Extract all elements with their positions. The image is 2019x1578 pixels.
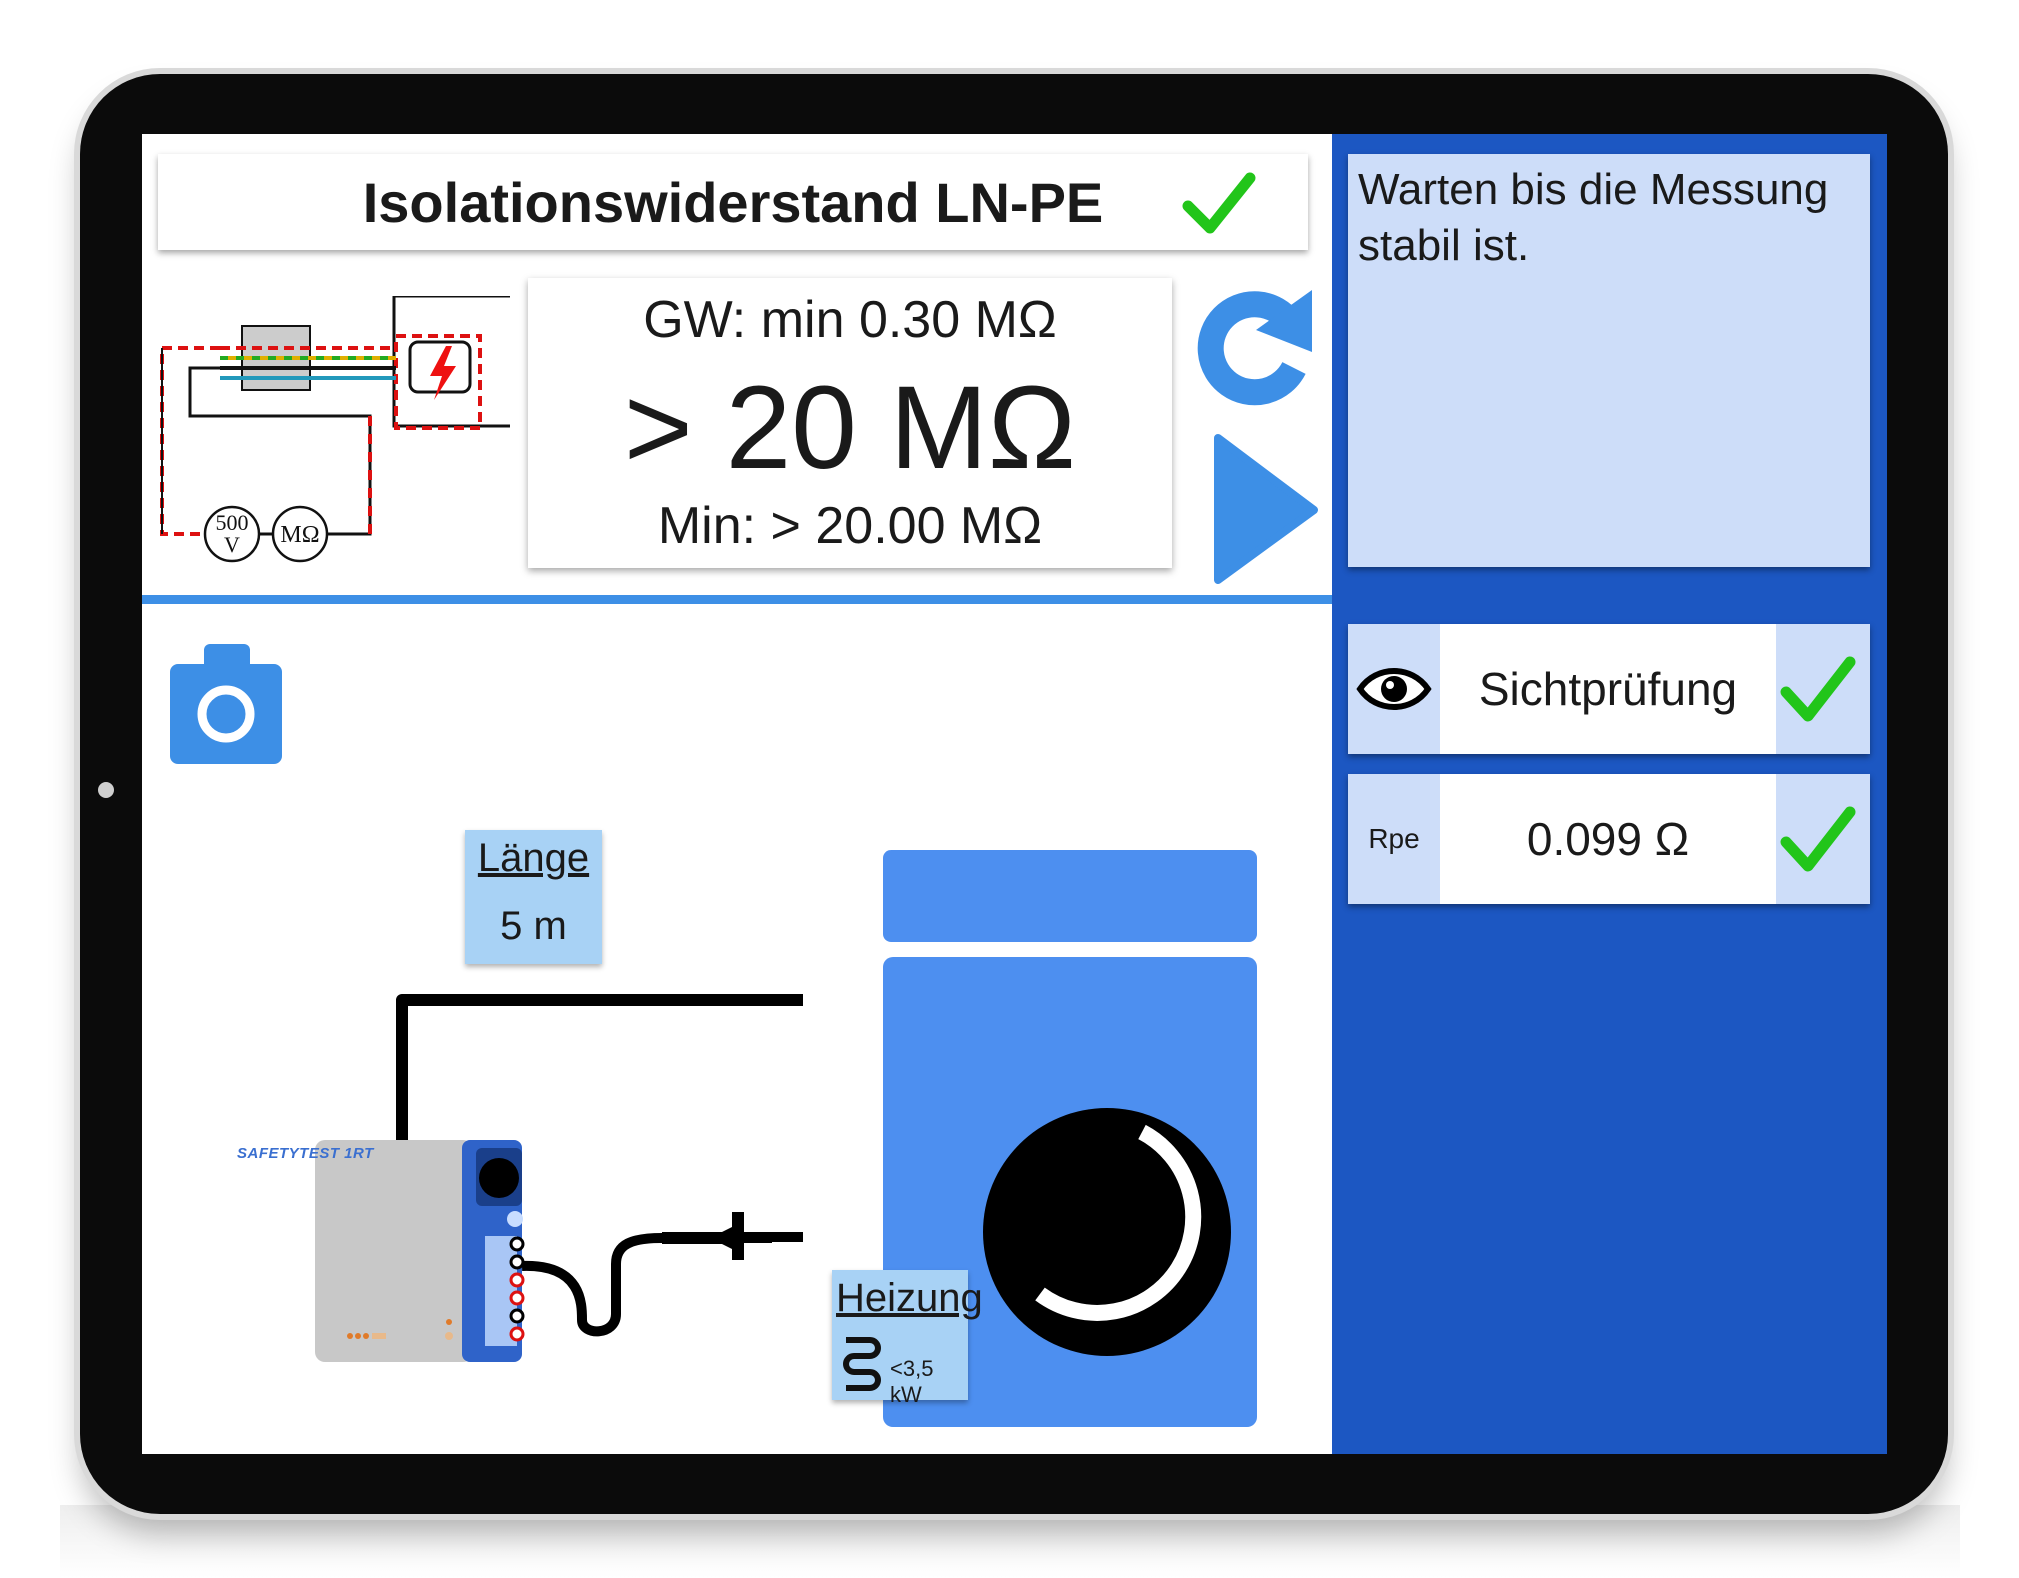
- protective-conductor-row[interactable]: Rpe 0.099 Ω: [1348, 774, 1870, 904]
- limit-value: GW: min 0.30 MΩ: [643, 291, 1057, 349]
- heater-button[interactable]: Heizung <3,5 kW: [832, 1270, 983, 1407]
- meter-label: MΩ: [280, 522, 319, 548]
- info-panel: Warten bis die Messung stabil ist. Sicht…: [1332, 134, 1887, 1454]
- play-icon[interactable]: [1210, 434, 1320, 584]
- heating-coil-icon: [843, 1337, 881, 1391]
- tablet-frame: Isolationswiderstand LN-PE 500 V MΩ GW: …: [80, 74, 1948, 1514]
- eye-icon: [1356, 668, 1432, 710]
- checkmark-icon: [1780, 806, 1856, 872]
- visual-inspection-label: Sichtprüfung: [1440, 624, 1776, 754]
- test-title: Isolationswiderstand LN-PE: [362, 170, 1104, 234]
- device-name: SAFETYTEST 1RT: [237, 1145, 374, 1162]
- instruction-message: Warten bis die Messung stabil ist.: [1348, 154, 1870, 567]
- checkmark-icon: [1780, 656, 1856, 722]
- row-icon-cell: [1348, 624, 1440, 754]
- protective-conductor-value: 0.099 Ω: [1440, 774, 1776, 904]
- refresh-icon[interactable]: [1194, 272, 1314, 412]
- minimum-value: Min: > 20.00 MΩ: [657, 497, 1043, 555]
- cable-length-label: Länge: [477, 836, 590, 880]
- voltage-source-unit: V: [224, 532, 240, 557]
- floor-shadow: [60, 1505, 1960, 1578]
- tablet-camera: [98, 782, 114, 798]
- test-setup-scene: [315, 850, 1257, 1427]
- cable-length-button[interactable]: Länge 5 m: [465, 830, 602, 964]
- rpe-label: Rpe: [1368, 823, 1420, 854]
- cable-length-value: 5 m: [500, 904, 567, 948]
- visual-inspection-row[interactable]: Sichtprüfung: [1348, 624, 1870, 754]
- checkmark-icon: [1182, 172, 1256, 234]
- test-title-bar: Isolationswiderstand LN-PE: [158, 154, 1308, 250]
- row-icon-cell: Rpe: [1348, 774, 1440, 904]
- measurement-display: GW: min 0.30 MΩ > 20 MΩ Min: > 20.00 MΩ: [528, 278, 1172, 568]
- heater-power: <3,5 kW: [890, 1356, 934, 1407]
- app-screen: Isolationswiderstand LN-PE 500 V MΩ GW: …: [142, 134, 1887, 1454]
- measurement-schematic-icon: 500 V MΩ: [160, 296, 510, 563]
- heater-label: Heizung: [836, 1276, 983, 1320]
- measured-value: > 20 MΩ: [623, 362, 1077, 494]
- section-divider: [142, 595, 1332, 604]
